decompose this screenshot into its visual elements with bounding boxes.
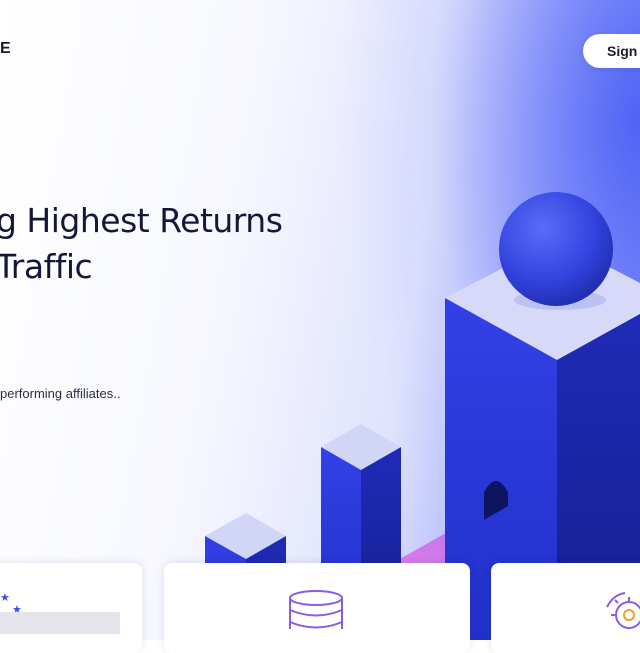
database-icon: [289, 590, 343, 629]
card-1-bar: [0, 612, 120, 634]
bar-chart-illustration: [205, 192, 640, 640]
gear-icon: [606, 592, 640, 629]
sphere: [499, 192, 613, 306]
svg-text:★: ★: [0, 591, 10, 604]
